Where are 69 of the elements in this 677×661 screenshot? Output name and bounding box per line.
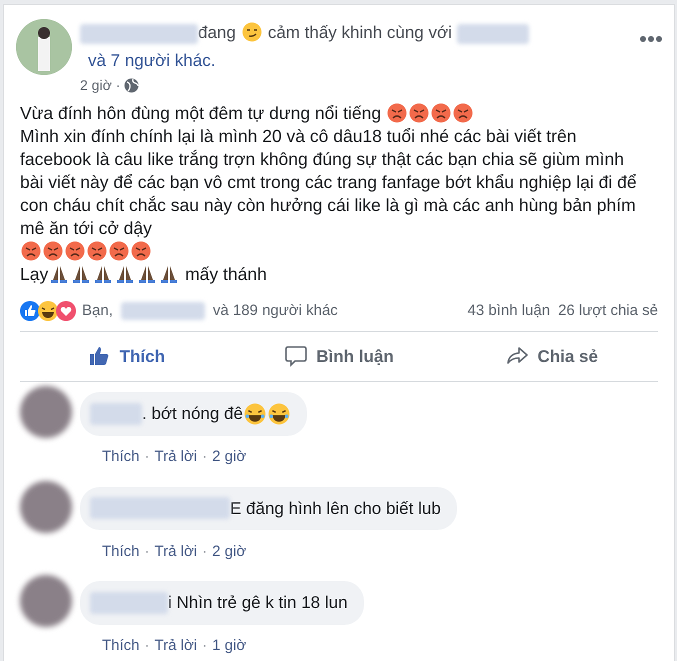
heart-reaction-icon	[56, 301, 76, 322]
like-reaction-icon	[20, 301, 40, 322]
commenter-avatar[interactable]	[20, 480, 72, 532]
separator-dot: ·	[144, 542, 150, 562]
commenter-avatar[interactable]	[20, 386, 72, 438]
feeling-verb: đang	[198, 23, 236, 42]
reply-link[interactable]: Trả lời	[154, 446, 198, 468]
comment-time[interactable]: 1 giờ	[212, 635, 246, 658]
post-text: Mình xin đính chính lại là mình 20 và cô dâu18 tuổi nhé các bài viết trên facebook là câu like trắng trợn không đúng sự thật các bạn chia sẽ giùm mình bài viết này để các bạn vô cmt trong các trang fanfage bớt khẩu nghiệp lại đi để con cháu chít chắc sau này còn hưởng cái like là gì mà các anh hùng bản phím mê ăn tới cở dậy	[20, 125, 638, 240]
praying-hands-icon	[49, 264, 70, 284]
blurred-name[interactable]	[80, 24, 198, 44]
comment-count[interactable]: 43 bình luận	[467, 300, 550, 322]
angry-face-icon	[87, 241, 107, 261]
comment-time[interactable]: 2 giờ	[212, 540, 246, 563]
praying-hands-icon	[159, 264, 180, 284]
blurred-name[interactable]	[456, 24, 529, 44]
like-link[interactable]: Thích	[102, 540, 140, 563]
share-button[interactable]: Chia sẻ	[445, 332, 658, 381]
post-text: Vừa đính hôn đùng một đêm tự dưng nổi tiếng	[20, 103, 382, 123]
angry-face-icon	[43, 241, 63, 261]
comment-button[interactable]: Bình luận	[232, 332, 446, 381]
angry-face-icon	[65, 241, 85, 261]
angry-face-icon	[109, 241, 129, 261]
reply-link[interactable]: Trả lời	[154, 635, 198, 658]
like-link[interactable]: Thích	[102, 446, 140, 468]
praying-hands-icon	[115, 264, 136, 284]
post-text: mấy thánh	[184, 264, 267, 284]
comment-time[interactable]: 2 giờ	[212, 446, 246, 468]
separator-dot: ·	[144, 636, 150, 656]
comment-text: i Nhìn trẻ gê k tin 18 lun	[168, 592, 348, 614]
blurred-name[interactable]	[120, 302, 205, 320]
avatar[interactable]	[16, 19, 72, 75]
blurred-name[interactable]	[90, 497, 230, 520]
angry-face-icon	[21, 241, 41, 261]
praying-hands-icon	[71, 264, 92, 284]
separator-dot: ·	[144, 447, 150, 467]
like-button[interactable]: Thích	[20, 332, 233, 381]
comment-text: E đăng hình lên cho biết lub	[230, 498, 441, 520]
angry-face-icon	[430, 103, 451, 123]
angry-face-icon	[452, 103, 473, 123]
angry-face-icon	[131, 241, 151, 261]
reaction-names[interactable]: Bạn,	[82, 300, 113, 322]
commenter-avatar[interactable]	[20, 575, 72, 627]
speech-bubble-icon	[284, 345, 308, 368]
separator-dot: ·	[202, 636, 208, 656]
globe-icon	[124, 78, 140, 93]
smirking-face-icon	[242, 22, 262, 42]
reply-link[interactable]: Trả lời	[154, 540, 198, 563]
separator-dot: ·	[202, 447, 208, 467]
angry-face-icon	[386, 103, 407, 123]
praying-hands-icon	[137, 264, 158, 284]
praying-hands-icon	[93, 264, 114, 284]
separator-dot: ·	[202, 542, 208, 562]
more-options-icon[interactable]	[639, 35, 662, 43]
like-link[interactable]: Thích	[102, 635, 140, 658]
laughing-face-icon	[38, 301, 58, 322]
separator-dot: ·	[116, 76, 120, 95]
laughing-face-icon	[268, 402, 290, 425]
blurred-name[interactable]	[90, 402, 142, 425]
laughing-face-icon	[244, 402, 266, 425]
tagged-others-link[interactable]: và 7 người khác.	[88, 51, 216, 70]
feeling-text: cảm thấy khinh cùng với	[268, 23, 453, 42]
angry-face-icon	[408, 103, 429, 123]
blurred-name[interactable]	[90, 592, 168, 614]
share-count[interactable]: 26 lượt chia sẻ	[558, 300, 658, 322]
post-text: Lạy	[20, 264, 48, 284]
reaction-others[interactable]: và 189 người khác	[212, 300, 338, 322]
comment-text: . bớt nóng đê	[142, 403, 243, 425]
post-time[interactable]: 2 giờ	[80, 75, 112, 96]
